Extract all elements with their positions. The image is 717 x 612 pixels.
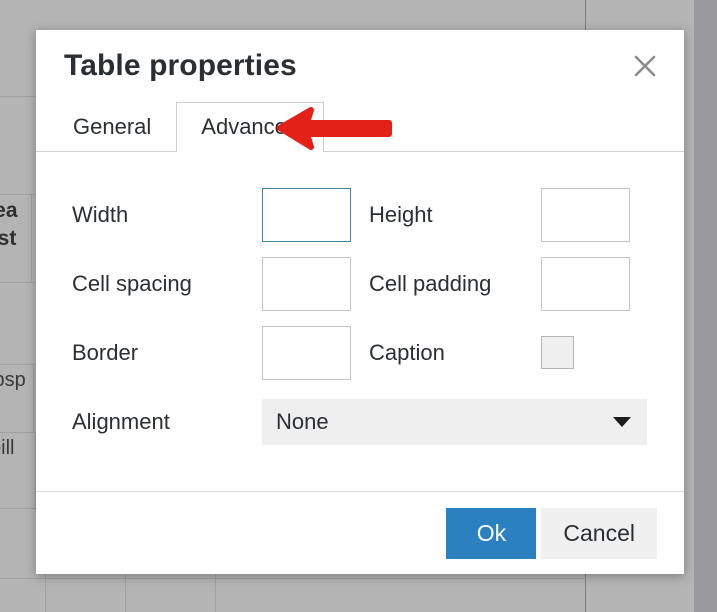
scrollbar-gutter[interactable] xyxy=(694,0,717,612)
alignment-label: Alignment xyxy=(72,408,170,434)
dialog-header: Table properties xyxy=(36,30,684,102)
ok-button[interactable]: Ok xyxy=(446,507,537,559)
height-label: Height xyxy=(369,201,433,227)
tab-general[interactable]: General xyxy=(48,102,176,151)
dialog-tabs: General Advanced xyxy=(36,102,684,152)
table-cell xyxy=(126,579,216,612)
table-cell xyxy=(46,579,126,612)
dialog-footer: Ok Cancel xyxy=(36,491,684,574)
screen: rea ast tbsp pill xyxy=(0,0,717,612)
cancel-button[interactable]: Cancel xyxy=(541,507,657,559)
caption-label: Caption xyxy=(369,339,445,365)
row-alignment: Alignment None xyxy=(72,387,648,456)
row-border-caption: Border Caption xyxy=(72,318,648,387)
cell-padding-label: Cell padding xyxy=(369,270,492,296)
table-properties-dialog: Table properties General Advanced Width … xyxy=(36,30,684,574)
table-cell xyxy=(0,579,46,612)
table-cell: pill xyxy=(0,433,36,508)
tab-advanced[interactable]: Advanced xyxy=(176,102,325,152)
close-icon[interactable] xyxy=(628,49,662,83)
caption-checkbox[interactable] xyxy=(541,336,574,369)
table-cell-text-0: rea xyxy=(0,199,18,222)
table-cell-text-2: tbsp xyxy=(0,369,26,391)
cell-spacing-input[interactable] xyxy=(262,256,351,311)
table-cell-text-1: ast xyxy=(0,227,17,251)
cell-spacing-label: Cell spacing xyxy=(72,270,192,296)
dialog-title: Table properties xyxy=(64,49,297,82)
width-input[interactable] xyxy=(262,187,351,242)
table-row xyxy=(0,579,586,612)
row-width-height: Width Height xyxy=(72,180,648,249)
table-cell-text-3: pill xyxy=(0,437,15,459)
border-label: Border xyxy=(72,339,139,365)
cell-padding-input[interactable] xyxy=(541,256,630,311)
height-input[interactable] xyxy=(541,187,630,242)
table-cell: rea ast xyxy=(0,195,32,282)
alignment-selected-value: None xyxy=(276,408,329,434)
table-cell xyxy=(216,579,586,612)
alignment-select[interactable]: None xyxy=(262,398,647,445)
dialog-body: Width Height Cell spacing Cell padding B… xyxy=(36,152,684,491)
chevron-down-icon xyxy=(613,416,631,427)
row-cellspacing-cellpadding: Cell spacing Cell padding xyxy=(72,249,648,318)
border-input[interactable] xyxy=(262,325,351,380)
table-cell: tbsp xyxy=(0,365,34,432)
width-label: Width xyxy=(72,201,129,227)
